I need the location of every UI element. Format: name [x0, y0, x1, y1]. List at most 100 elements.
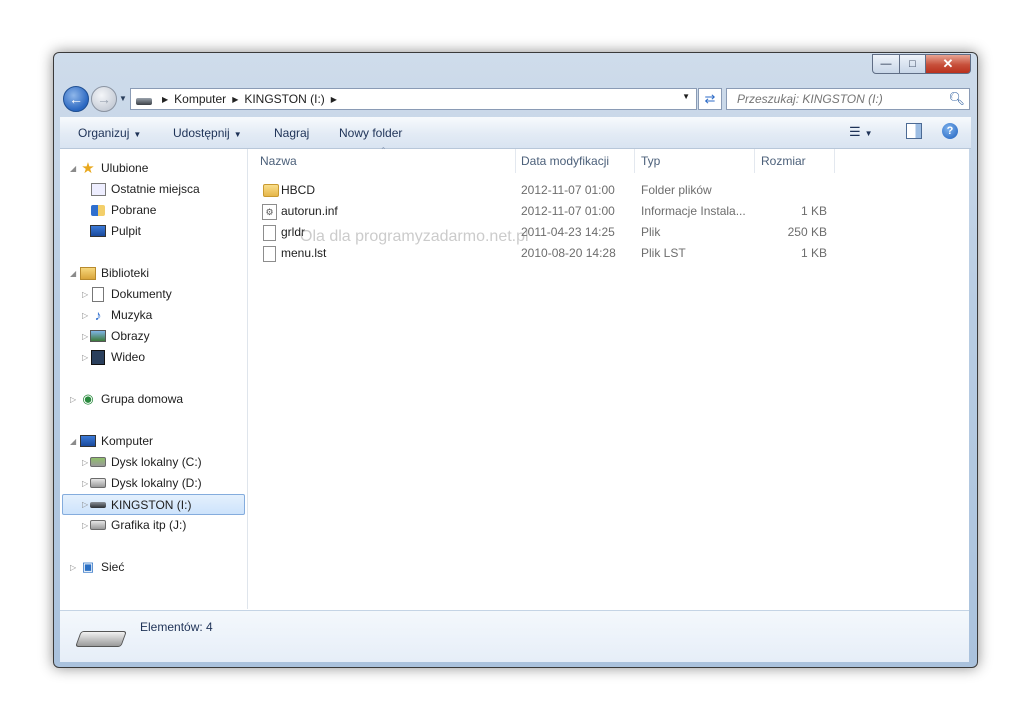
sidebar-item-desktop[interactable]: Pulpit — [90, 221, 141, 241]
breadcrumb-drive[interactable]: KINGSTON (I:) — [244, 92, 324, 106]
file-type: Plik — [641, 225, 661, 239]
minimize-icon: — — [880, 58, 892, 70]
collapsed-triangle-icon[interactable]: ▷ — [82, 500, 88, 509]
expanded-triangle-icon[interactable]: ◢ — [70, 269, 76, 278]
collapsed-triangle-icon[interactable]: ▷ — [82, 332, 88, 341]
sidebar-item-homegroup[interactable]: ◉ Grupa domowa — [80, 389, 183, 409]
window-controls: — □ ✕ — [872, 54, 971, 74]
collapsed-triangle-icon[interactable]: ▷ — [70, 563, 76, 572]
file-row[interactable]: HBCD 2012-11-07 01:00 Folder plików — [254, 181, 854, 201]
breadcrumb-separator-icon[interactable]: ▶ — [162, 95, 168, 104]
chevron-down-icon: ▼ — [233, 130, 242, 139]
downloads-folder-icon — [90, 203, 106, 217]
usb-drive-icon — [136, 98, 152, 105]
organize-label: Organizuj — [78, 126, 130, 140]
sidebar-item-label: Obrazy — [111, 329, 150, 343]
organize-button[interactable]: Organizuj ▼ — [78, 126, 141, 140]
collapsed-triangle-icon[interactable]: ▷ — [82, 458, 88, 467]
libraries-icon — [80, 266, 96, 280]
help-button[interactable]: ? — [942, 123, 958, 139]
preview-pane-button[interactable] — [906, 123, 922, 139]
desktop-icon — [90, 224, 106, 238]
sidebar-item-documents[interactable]: Dokumenty — [90, 284, 172, 304]
chevron-down-icon: ▼ — [133, 130, 142, 139]
forward-button[interactable]: → — [91, 86, 117, 112]
navigation-pane: ◢ ★ Ulubione Ostatnie miejsca Pobrane Pul… — [60, 149, 248, 609]
file-row[interactable]: menu.lst 2010-08-20 14:28 Plik LST 1 KB — [254, 244, 854, 264]
file-modified: 2012-11-07 01:00 — [521, 204, 615, 218]
recent-pages-button[interactable]: ▼ — [119, 94, 127, 103]
refresh-icon: ⇄ — [704, 91, 716, 106]
sidebar-item-label: Grafika itp (J:) — [111, 518, 187, 532]
folder-icon — [263, 184, 279, 200]
expanded-triangle-icon[interactable]: ◢ — [70, 437, 76, 446]
chevron-down-icon: ▼ — [119, 94, 127, 103]
settings-file-icon: ⚙ — [262, 204, 277, 220]
sidebar-item-label: Dysk lokalny (C:) — [111, 455, 202, 469]
collapsed-triangle-icon[interactable]: ▷ — [70, 395, 76, 404]
search-input[interactable] — [735, 89, 944, 109]
sidebar-item-network[interactable]: ▣ Sieć — [80, 557, 125, 577]
search-icon[interactable]: 🔍︎ — [948, 91, 965, 107]
usb-drive-icon — [90, 498, 106, 512]
search-box[interactable]: 🔍︎ — [726, 88, 970, 110]
sidebar-item-label: Ulubione — [101, 161, 149, 175]
details-view-icon: ☰ — [849, 124, 861, 139]
sidebar-item-label: Dysk lokalny (D:) — [111, 476, 202, 490]
sidebar-item-label: KINGSTON (I:) — [111, 497, 192, 512]
column-header-size[interactable]: Rozmiar — [755, 149, 835, 173]
back-button[interactable]: ← — [63, 86, 89, 112]
collapsed-triangle-icon[interactable]: ▷ — [82, 521, 88, 530]
sidebar-item-drive-j[interactable]: Grafika itp (J:) — [90, 515, 186, 535]
file-name: menu.lst — [281, 246, 327, 260]
blank-file-icon — [263, 225, 276, 244]
burn-label: Nagraj — [274, 126, 310, 140]
breadcrumb-computer[interactable]: Komputer — [174, 92, 226, 106]
items-count: Elementów: 4 — [140, 620, 213, 634]
usb-drive-large-icon — [75, 631, 127, 647]
title-bar[interactable]: — □ ✕ — [54, 53, 977, 83]
collapsed-triangle-icon[interactable]: ▷ — [82, 479, 88, 488]
sidebar-item-libraries[interactable]: Biblioteki — [80, 263, 149, 283]
hard-drive-icon — [90, 518, 106, 532]
sidebar-item-music[interactable]: ♪ Muzyka — [90, 305, 153, 325]
sidebar-item-pictures[interactable]: Obrazy — [90, 326, 150, 346]
sidebar-item-videos[interactable]: Wideo — [90, 347, 145, 367]
maximize-button[interactable]: □ — [900, 54, 926, 74]
column-header-label: Nazwa — [260, 154, 297, 168]
column-header-label: Typ — [641, 154, 661, 168]
sidebar-item-drive-c[interactable]: Dysk lokalny (C:) — [90, 452, 202, 472]
minimize-button[interactable]: — — [872, 54, 900, 74]
column-header-label: Rozmiar — [761, 154, 806, 168]
column-header-name[interactable]: Nazwa ⌃ — [254, 146, 516, 173]
address-bar[interactable]: ▶ Komputer ▶ KINGSTON (I:) ▶ ▼ — [130, 88, 697, 110]
sidebar-item-kingston-selected[interactable]: ▷ KINGSTON (I:) — [62, 494, 245, 515]
recent-places-icon — [90, 182, 106, 196]
file-modified: 2012-11-07 01:00 — [521, 183, 615, 197]
sidebar-item-recent-places[interactable]: Ostatnie miejsca — [90, 179, 200, 199]
expanded-triangle-icon[interactable]: ◢ — [70, 164, 76, 173]
sidebar-item-label: Grupa domowa — [101, 392, 184, 406]
sidebar-item-favorites[interactable]: ★ Ulubione — [80, 158, 148, 178]
collapsed-triangle-icon[interactable]: ▷ — [82, 311, 88, 320]
collapsed-triangle-icon[interactable]: ▷ — [82, 290, 88, 299]
share-button[interactable]: Udostępnij ▼ — [173, 126, 242, 140]
view-options-button[interactable]: ☰ ▼ — [849, 124, 873, 140]
arrow-left-icon: ← — [69, 91, 83, 107]
file-row[interactable]: ⚙ autorun.inf 2012-11-07 01:00 Informacj… — [254, 202, 854, 222]
column-header-modified[interactable]: Data modyfikacji — [515, 149, 635, 173]
breadcrumb-separator-icon[interactable]: ▶ — [331, 95, 337, 104]
sidebar-item-downloads[interactable]: Pobrane — [90, 200, 156, 220]
new-folder-button[interactable]: Nowy folder — [339, 126, 402, 140]
column-header-type[interactable]: Typ — [635, 149, 755, 173]
burn-button[interactable]: Nagraj — [274, 126, 309, 140]
refresh-button[interactable]: ⇄ — [698, 88, 722, 110]
address-history-dropdown[interactable]: ▼ — [682, 92, 690, 101]
sidebar-item-computer[interactable]: Komputer — [80, 431, 153, 451]
collapsed-triangle-icon[interactable]: ▷ — [82, 353, 88, 362]
sidebar-item-drive-d[interactable]: Dysk lokalny (D:) — [90, 473, 202, 493]
pictures-icon — [90, 329, 106, 343]
close-button[interactable]: ✕ — [926, 54, 971, 74]
file-type: Plik LST — [641, 246, 686, 260]
breadcrumb-separator-icon[interactable]: ▶ — [232, 95, 238, 104]
